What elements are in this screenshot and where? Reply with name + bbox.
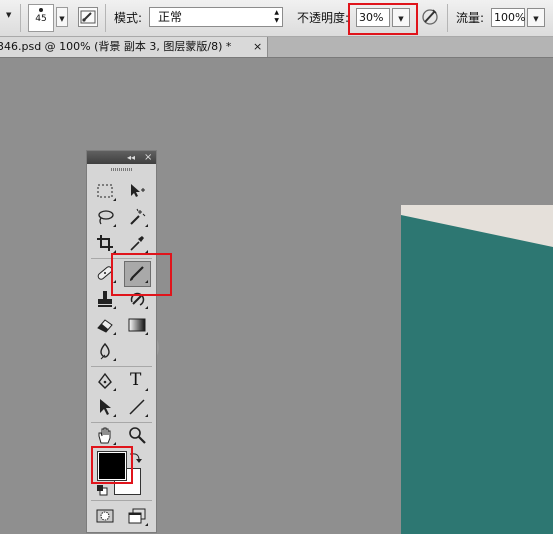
eraser-icon	[97, 319, 113, 333]
separator	[447, 4, 448, 32]
flow-slider-dropdown[interactable]: ▼	[527, 8, 545, 27]
default-colors-swatch-icon	[97, 485, 108, 496]
document-tab-title: 3346.psd @ 100% (背景 副本 3, 图层蒙版/8) *	[0, 40, 232, 53]
pen-tool[interactable]	[93, 370, 117, 392]
magnifier-icon	[129, 427, 146, 444]
flow-label: 流量:	[456, 11, 485, 25]
hand-tool[interactable]	[93, 424, 117, 446]
panel-grip[interactable]	[111, 168, 133, 171]
close-tab-icon[interactable]: ×	[253, 37, 262, 56]
blend-mode-value: 正常	[158, 10, 183, 24]
hand-icon	[98, 427, 111, 444]
eyedropper-icon	[130, 236, 144, 251]
document-tab-bar: 3346.psd @ 100% (背景 副本 3, 图层蒙版/8) * ×	[0, 37, 553, 58]
quick-mask-mode-button[interactable]	[93, 505, 117, 527]
type-tool[interactable]: T	[125, 370, 149, 392]
blend-mode-select[interactable]: 正常 ▲ ▼	[149, 7, 283, 27]
crop-tool[interactable]	[93, 232, 117, 254]
pen-nib-icon	[98, 372, 112, 389]
gradient-tool[interactable]	[125, 314, 149, 336]
toolbox-separator	[91, 422, 152, 423]
flow-input[interactable]: 100%	[491, 8, 525, 27]
blur-drop-icon	[100, 342, 110, 360]
separator	[20, 4, 21, 32]
brush-preset-dropdown[interactable]: ▼	[56, 7, 68, 27]
foreground-color-highlight-box	[91, 446, 133, 484]
default-colors-icon[interactable]	[96, 484, 108, 496]
toggle-brush-panel-button[interactable]	[78, 7, 98, 27]
lasso-icon	[98, 210, 114, 225]
brush-tip-icon	[39, 8, 43, 12]
path-selection-tool[interactable]	[93, 396, 117, 418]
opacity-label: 不透明度:	[297, 11, 350, 25]
updown-arrows-icon: ▲ ▼	[274, 9, 279, 24]
quick-mask-icon	[96, 509, 114, 523]
separator	[105, 4, 106, 32]
close-panel-icon[interactable]: ×	[144, 151, 152, 164]
arrow-pointer-icon	[100, 399, 111, 415]
mode-label: 模式:	[114, 11, 143, 25]
lasso-tool[interactable]	[93, 206, 117, 228]
eraser-tool[interactable]	[93, 314, 117, 336]
brush-panel-icon	[80, 10, 96, 24]
document-canvas[interactable]	[401, 205, 553, 534]
collapse-panel-icon[interactable]: ◂◂	[127, 151, 135, 164]
options-bar: ▼ 45 ▼ 模式: 正常 ▲ ▼ 不透明度: 30% ▼ 流量: 100% ▼	[0, 0, 553, 37]
brush-tool-highlight-box	[111, 253, 172, 296]
line-icon	[129, 399, 145, 415]
opacity-highlight-box	[348, 3, 418, 35]
zoom-tool[interactable]	[125, 424, 149, 446]
move-tool[interactable]	[125, 180, 149, 202]
document-tab[interactable]: 3346.psd @ 100% (背景 副本 3, 图层蒙版/8) * ×	[0, 37, 268, 57]
pressure-opacity-button[interactable]	[421, 7, 439, 27]
screen-mode-icon	[128, 508, 146, 524]
tool-preset-dropdown-arrow[interactable]: ▼	[6, 11, 11, 19]
magic-wand-icon	[130, 208, 146, 225]
crop-icon	[97, 235, 113, 251]
brush-preset-picker[interactable]: 45	[28, 4, 54, 32]
toolbox-separator	[91, 500, 152, 501]
marquee-icon	[97, 184, 113, 198]
brush-size-value: 45	[35, 14, 47, 24]
gradient-icon	[128, 318, 146, 332]
move-icon	[131, 184, 145, 197]
toolbox-separator	[91, 366, 152, 367]
screen-mode-button[interactable]	[125, 505, 149, 527]
rectangular-marquee-tool[interactable]	[93, 180, 117, 202]
line-tool[interactable]	[125, 396, 149, 418]
blur-tool[interactable]	[93, 340, 117, 362]
tablet-pressure-icon	[422, 9, 438, 25]
type-t-icon: T	[130, 370, 142, 390]
chevron-down-icon: ▼	[533, 15, 539, 23]
chevron-down-icon: ▼	[59, 15, 65, 23]
canvas-image	[401, 205, 553, 534]
eyedropper-tool[interactable]	[125, 232, 149, 254]
magic-wand-tool[interactable]	[125, 206, 149, 228]
tools-panel-header[interactable]: ◂◂ ×	[87, 151, 156, 164]
